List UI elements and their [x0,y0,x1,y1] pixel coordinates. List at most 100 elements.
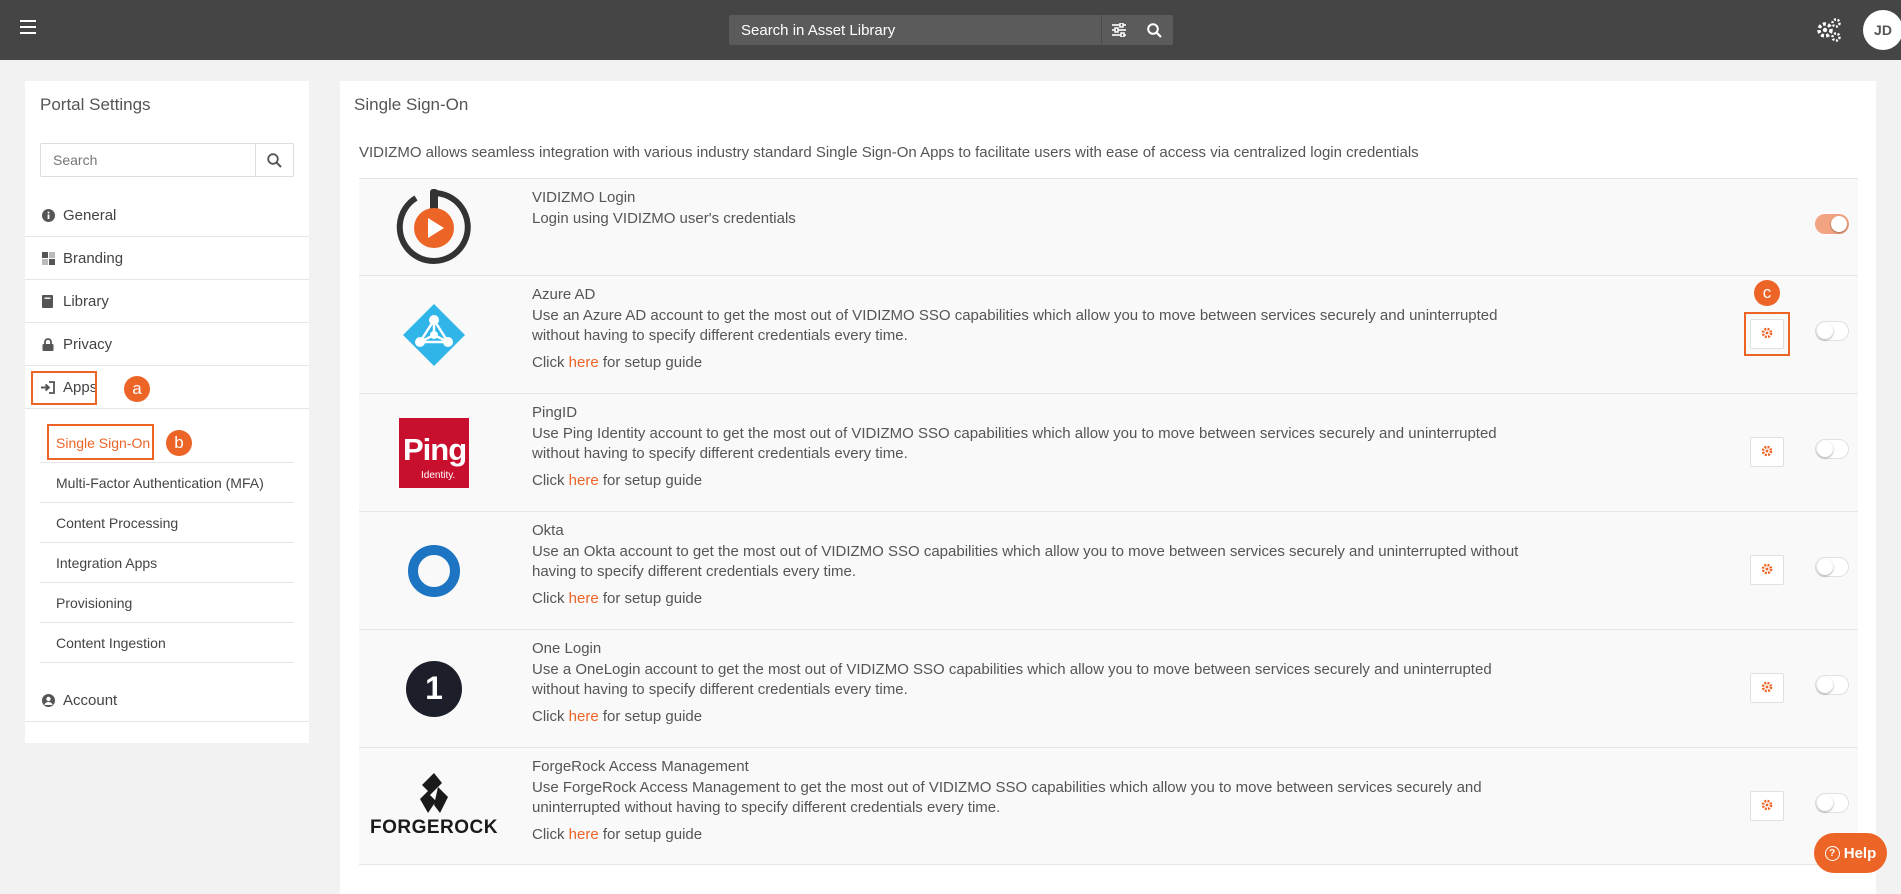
sidebar-item-general[interactable]: General [25,194,309,237]
sidebar-item-privacy[interactable]: Privacy [25,323,309,366]
setup-guide-link[interactable]: here [569,708,599,725]
forgerock-logo-text: FORGEROCK [370,817,498,838]
onelogin-logo-mark: 1 [406,660,462,717]
ping-logo-text: Ping [403,431,467,467]
asset-search-input[interactable]: Search in Asset Library [741,22,895,39]
setup-guide-link[interactable]: here [569,472,599,489]
user-circle-icon [41,693,55,707]
guide-text: Click [532,590,569,607]
guide-text: for setup guide [598,590,703,607]
sidebar-search-icon[interactable] [255,144,293,176]
pingid-logo: Ping Identity. [359,394,509,511]
guide-text: for setup guide [598,708,703,725]
info-icon [41,208,55,222]
guide-text: for setup guide [598,472,703,489]
pingid-toggle[interactable] [1815,439,1849,459]
page-description: VIDIZMO allows seamless integration with… [359,144,1419,161]
apps-highlight-box [31,371,97,405]
gear-icon [1761,444,1773,460]
book-icon [41,294,55,308]
azure-ad-logo [359,276,509,393]
app-name: Okta [532,522,564,539]
app-name: Azure AD [532,286,596,303]
sidebar-item-library[interactable]: Library [25,280,309,323]
sso-row-vidizmo: VIDIZMO Login Login using VIDIZMO user's… [359,178,1858,275]
ping-logo-box: Ping Identity. [399,417,469,488]
marker-a: a [124,376,150,402]
setup-guide: Click here for setup guide [532,354,702,371]
top-bar: Search in Asset Library JD [0,0,1901,60]
azure-settings-highlight-box [1744,312,1790,356]
app-name: ForgeRock Access Management [532,758,749,775]
sidebar-item-label: Privacy [63,335,113,353]
setup-guide: Click here for setup guide [532,590,702,607]
setup-guide-link[interactable]: here [569,354,599,371]
sidebar-search [40,143,294,177]
sidebar-search-input[interactable] [41,144,255,176]
app-description: Use Ping Identity account to get the mos… [532,425,1497,462]
search-icon[interactable] [1135,15,1173,45]
marker-b: b [166,430,192,456]
setup-guide: Click here for setup guide [532,826,702,843]
onelogin-settings-button[interactable] [1750,673,1784,703]
ping-logo-subtext: Identity. [421,469,456,481]
sidebar-item-account[interactable]: Account [25,679,309,722]
okta-toggle[interactable] [1815,557,1849,577]
forgerock-logo: FORGEROCK [359,748,509,864]
branding-icon [41,251,55,265]
pingid-settings-button[interactable] [1750,437,1784,467]
forgerock-toggle[interactable] [1815,793,1849,813]
forgerock-settings-button[interactable] [1750,791,1784,821]
asset-library-search[interactable]: Search in Asset Library [729,15,1173,45]
sidebar-item-branding[interactable]: Branding [25,237,309,280]
okta-logo [359,512,509,629]
single-sign-on-panel: Single Sign-On VIDIZMO allows seamless i… [340,81,1876,894]
app-description: Use an Azure AD account to get the most … [532,307,1498,344]
sidebar-item-label: Account [63,691,118,709]
gear-icon [1761,798,1773,814]
sidebar-subitem-mfa[interactable]: Multi-Factor Authentication (MFA) [40,463,294,503]
okta-settings-button[interactable] [1750,555,1784,585]
sso-row-forgerock: FORGEROCK ForgeRock Access Management Us… [359,747,1858,865]
app-description: Use ForgeRock Access Management to get t… [532,779,1482,816]
sidebar-subitem-content-processing[interactable]: Content Processing [40,503,294,543]
sidebar-subitem-provisioning[interactable]: Provisioning [40,583,294,623]
onelogin-toggle[interactable] [1815,675,1849,695]
sidebar-subitem-integration-apps[interactable]: Integration Apps [40,543,294,583]
azure-ad-toggle[interactable] [1815,321,1849,341]
guide-text: for setup guide [598,826,703,843]
page-title: Single Sign-On [354,95,469,114]
help-label: Help [1843,844,1877,862]
sso-row-azure-ad: Azure AD Use an Azure AD account to get … [359,275,1858,393]
guide-text: Click [532,472,569,489]
setup-guide: Click here for setup guide [532,708,702,725]
app-name: PingID [532,404,578,421]
app-name: One Login [532,640,602,657]
setup-guide-link[interactable]: here [569,590,599,607]
setup-guide-link[interactable]: here [569,826,599,843]
help-button[interactable]: ? Help [1814,833,1887,873]
app-description: Use an Okta account to get the most out … [532,543,1519,580]
user-avatar[interactable]: JD [1863,10,1901,50]
filter-sliders-icon[interactable] [1101,15,1135,45]
hamburger-menu-icon[interactable] [20,20,36,38]
guide-text: for setup guide [598,354,703,371]
portal-settings-sidebar: Portal Settings General Branding Library… [25,81,309,743]
marker-c: c [1754,280,1780,306]
single-sign-on-highlight-box [47,424,154,460]
sidebar-title: Portal Settings [40,95,151,114]
app-name: VIDIZMO Login [532,189,636,206]
sidebar-subitem-content-ingestion[interactable]: Content Ingestion [40,623,294,663]
gear-icon [1761,562,1773,578]
setup-guide: Click here for setup guide [532,472,702,489]
guide-text: Click [532,826,569,843]
guide-text: Click [532,354,569,371]
sso-row-onelogin: 1 One Login Use a OneLogin account to ge… [359,629,1858,747]
vidizmo-login-toggle[interactable] [1815,214,1849,234]
vidizmo-logo [359,179,509,275]
app-description: Login using VIDIZMO user's credentials [532,210,796,227]
sso-row-okta: Okta Use an Okta account to get the most… [359,511,1858,629]
settings-gears-icon[interactable] [1816,17,1842,43]
gear-icon [1761,680,1773,696]
lock-icon [41,337,55,351]
